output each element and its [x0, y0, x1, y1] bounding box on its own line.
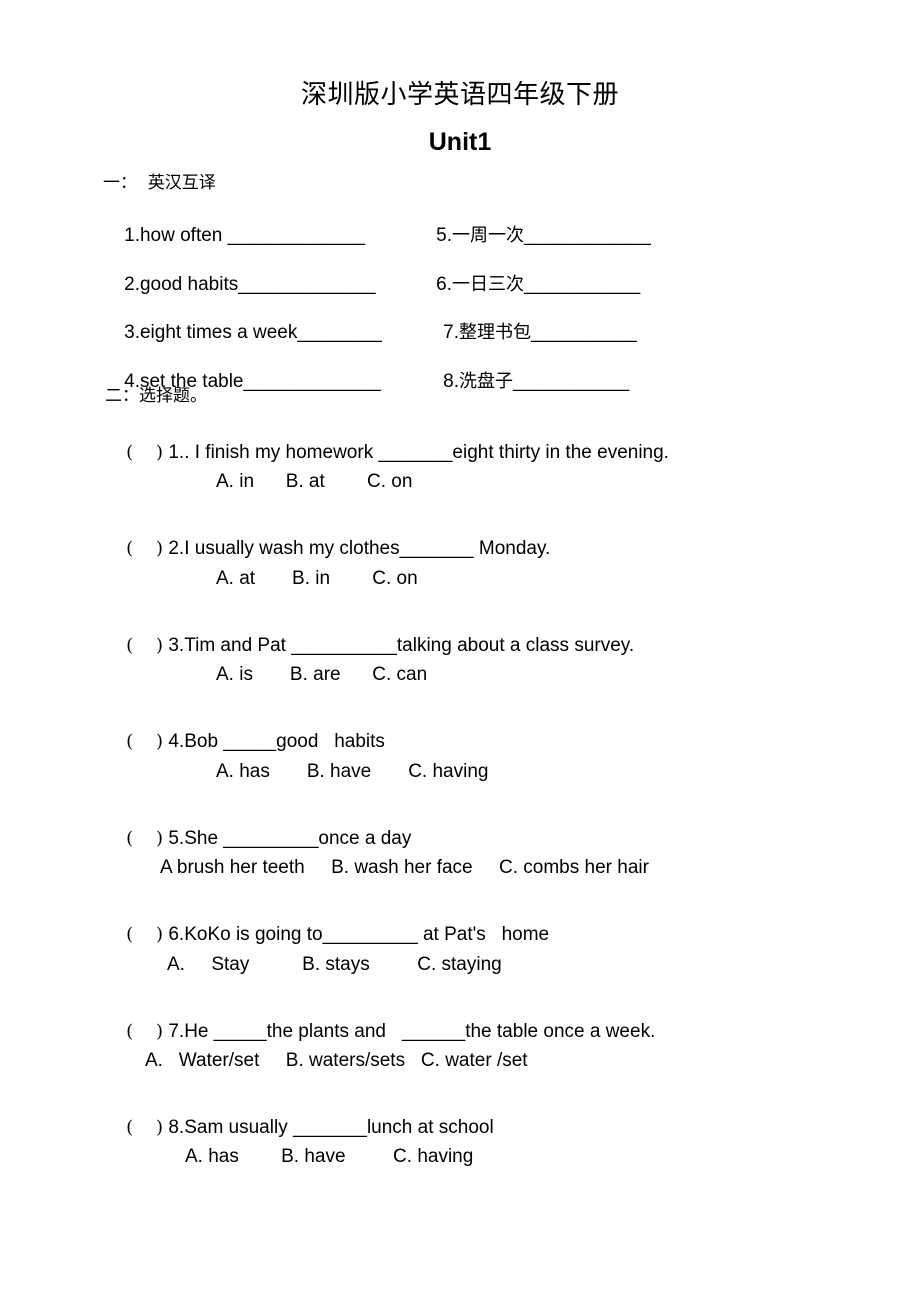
answer-blank[interactable]: __________ [531, 322, 637, 343]
mc-options[interactable]: A. in B. at C. on [216, 472, 412, 491]
mc-options[interactable]: A brush her teeth B. wash her face C. co… [160, 858, 649, 877]
question-text: He _____the plants and ______the table o… [184, 1021, 656, 1042]
item-term: 一日三次 [451, 274, 524, 295]
answer-bracket[interactable]: ( ) [126, 731, 163, 752]
mc-options[interactable]: A. has B. have C. having [216, 762, 488, 781]
question-number: 5. [168, 828, 185, 849]
section-one-heading: 一： 英汉互译 [103, 173, 216, 193]
answer-blank[interactable]: ____________ [524, 225, 651, 246]
item-term: 一周一次 [451, 225, 524, 246]
worksheet-page: 深圳版小学英语四年级下册 Unit1 一： 英汉互译 1.how often _… [0, 0, 920, 1302]
item-number: 3. [124, 322, 140, 343]
item-number: 5. [436, 225, 452, 246]
question-text: She _________once a day [184, 828, 412, 849]
question-text: KoKo is going to_________ at Pat's home [184, 924, 550, 945]
answer-bracket[interactable]: ( ) [126, 1021, 163, 1042]
answer-blank[interactable]: ________ [297, 322, 382, 343]
answer-blank[interactable]: _____________ [244, 371, 381, 392]
item-term: good habits [139, 274, 239, 295]
question-text: Bob _____good habits [184, 731, 385, 752]
mc-options[interactable]: A. at B. in C. on [216, 569, 418, 588]
question-text: I usually wash my clothes_______ Monday. [184, 538, 551, 559]
unit-title: Unit1 [428, 128, 492, 156]
mc-options[interactable]: A. Water/set B. waters/sets C. water /se… [145, 1051, 528, 1070]
question-number: 4. [168, 731, 185, 752]
question-number: 8. [168, 1117, 185, 1138]
item-term: eight times a week [139, 322, 298, 343]
question-number: 6. [168, 924, 185, 945]
page-title: 深圳版小学英语四年级下册 [300, 80, 619, 110]
answer-bracket[interactable]: ( ) [126, 828, 163, 849]
question-number: 2. [168, 538, 185, 559]
item-term: 整理书包 [458, 322, 531, 343]
question-text: I finish my homework _______eight thirty… [189, 442, 669, 463]
item-number: 1. [124, 225, 140, 246]
item-number: 8. [443, 371, 459, 392]
question-number: 3. [168, 635, 185, 656]
item-number: 6. [436, 274, 452, 295]
item-number: 7. [443, 322, 459, 343]
answer-bracket[interactable]: ( ) [126, 538, 163, 559]
answer-bracket[interactable]: ( ) [126, 635, 163, 656]
question-text: Tim and Pat __________talking about a cl… [184, 635, 635, 656]
section-two-heading: 二：选择题。 [105, 386, 207, 406]
mc-options[interactable]: A. has B. have C. having [185, 1147, 473, 1166]
answer-bracket[interactable]: ( ) [126, 924, 163, 945]
translation-item: 8.洗盘子___________ [422, 353, 629, 410]
item-term: how often [139, 225, 228, 246]
mc-options[interactable]: A. is B. are C. can [216, 665, 427, 684]
question-text: Sam usually _______lunch at school [184, 1117, 494, 1138]
item-term: 洗盘子 [458, 371, 513, 392]
question-number: 7. [168, 1021, 185, 1042]
item-number: 2. [124, 274, 140, 295]
answer-bracket[interactable]: ( ) [126, 1117, 163, 1138]
answer-blank[interactable]: _____________ [228, 225, 365, 246]
mc-options[interactable]: A. Stay B. stays C. staying [167, 955, 502, 974]
answer-blank[interactable]: ___________ [513, 371, 629, 392]
answer-bracket[interactable]: ( ) [126, 442, 163, 463]
question-number: 1.. [168, 442, 190, 463]
answer-blank[interactable]: ___________ [524, 274, 640, 295]
answer-blank[interactable]: _____________ [238, 274, 375, 295]
